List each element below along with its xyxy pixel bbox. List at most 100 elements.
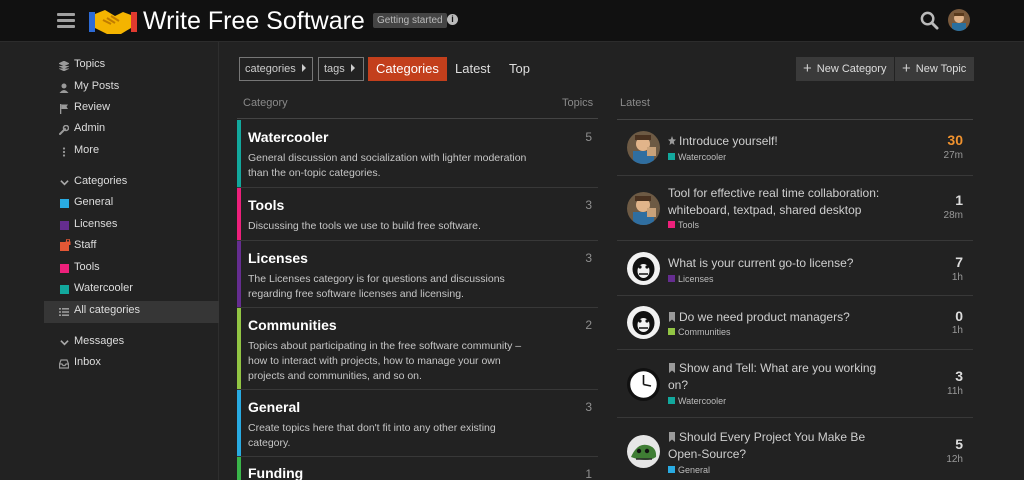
sidebar-item-label: Tools — [74, 261, 100, 273]
gnu-avatar[interactable] — [627, 252, 660, 285]
topic-title[interactable]: Tool for effective real time collaborati… — [668, 185, 893, 218]
sidebar-item-staff[interactable]: Staff — [44, 236, 219, 258]
topic-age[interactable]: 1h — [952, 272, 963, 283]
category-name[interactable]: Licenses — [248, 250, 308, 266]
topic-title[interactable]: Show and Tell: What are you working on? — [668, 360, 878, 393]
tab-latest[interactable]: Latest — [455, 57, 490, 81]
category-swatch — [668, 466, 675, 473]
topic-category[interactable]: Watercooler — [668, 152, 726, 162]
category-name[interactable]: Funding — [248, 465, 303, 480]
sidebar-item-label: Staff — [74, 239, 97, 251]
topic-row[interactable]: Introduce yourself! Watercooler 30 27m — [617, 120, 973, 176]
sidebar-item-inbox[interactable]: Inbox — [44, 353, 219, 375]
topic-post-count[interactable]: 30 — [947, 132, 963, 148]
topic-category[interactable]: Communities — [668, 327, 731, 337]
topic-row[interactable]: Show and Tell: What are you working on? … — [617, 350, 973, 418]
sidebar-section-categories[interactable]: Categories — [44, 172, 219, 194]
topic-post-count[interactable]: 5 — [955, 436, 963, 452]
topic-category[interactable]: Tools — [668, 220, 699, 230]
category-topic-count: 3 — [585, 198, 592, 212]
categories-dropdown[interactable]: categories — [239, 57, 313, 81]
topic-age[interactable]: 27m — [944, 150, 963, 161]
sidebar-item-licenses[interactable]: Licenses — [44, 215, 219, 237]
topic-age[interactable]: 12h — [946, 454, 963, 465]
category-description: Discussing the tools we use to build fre… — [248, 220, 481, 232]
green-avatar[interactable] — [627, 435, 660, 468]
info-icon[interactable]: i — [447, 14, 458, 25]
topic-row[interactable]: What is your current go-to license? Lice… — [617, 241, 973, 296]
sidebar-section-messages[interactable]: Messages — [44, 332, 219, 354]
sidebar-item-more[interactable]: More — [44, 141, 219, 163]
sidebar-item-label: My Posts — [74, 80, 120, 92]
site-title[interactable]: Write Free Software — [143, 6, 365, 36]
sidebar-item-my-posts[interactable]: My Posts — [44, 77, 219, 99]
topic-category-label: Watercooler — [678, 396, 727, 406]
topic-row[interactable]: Should Every Project You Make Be Open-So… — [617, 418, 973, 480]
topic-category[interactable]: General — [668, 465, 710, 475]
cartoon-avatar[interactable] — [627, 131, 660, 164]
sidebar-item-watercooler[interactable]: Watercooler — [44, 279, 219, 301]
category-row[interactable]: Licenses The Licenses category is for qu… — [237, 241, 598, 308]
topic-age[interactable]: 11h — [947, 386, 963, 397]
category-name[interactable]: General — [248, 399, 300, 415]
category-topic-count: 5 — [585, 130, 592, 144]
topic-category-label: Watercooler — [678, 152, 727, 162]
topic-category[interactable]: Watercooler — [668, 396, 726, 406]
tab-categories[interactable]: Categories — [368, 57, 447, 81]
category-name[interactable]: Tools — [248, 197, 284, 213]
category-name[interactable]: Communities — [248, 317, 337, 333]
sidebar-item-tools[interactable]: Tools — [44, 258, 219, 280]
list-icon — [59, 308, 69, 316]
topic-post-count[interactable]: 3 — [955, 368, 963, 384]
handshake-logo-icon[interactable] — [89, 6, 137, 36]
sidebar-item-admin[interactable]: Admin — [44, 119, 219, 141]
tab-top[interactable]: Top — [509, 57, 530, 81]
sidebar-item-topics[interactable]: Topics — [44, 55, 219, 77]
sidebar-item-review[interactable]: Review — [44, 98, 219, 120]
table-header-divider — [237, 118, 598, 119]
category-swatch — [668, 153, 675, 160]
topic-title-text: Introduce yourself! — [679, 134, 778, 148]
category-row[interactable]: Communities Topics about participating i… — [237, 308, 598, 390]
current-user-avatar[interactable] — [948, 9, 970, 31]
clock-avatar[interactable] — [627, 368, 660, 401]
category-row[interactable]: General Create topics here that don't fi… — [237, 390, 598, 457]
cartoon-avatar[interactable] — [627, 192, 660, 225]
topic-post-count[interactable]: 0 — [955, 308, 963, 324]
new-topic-button[interactable]: + New Topic — [895, 57, 975, 81]
topic-post-count[interactable]: 1 — [955, 192, 963, 208]
column-header-topics: Topics — [562, 97, 594, 109]
topic-category-label: Licenses — [678, 274, 714, 284]
category-row[interactable]: Tools Discussing the tools we use to bui… — [237, 188, 598, 241]
new-category-button[interactable]: + New Category — [796, 57, 895, 81]
topic-age[interactable]: 1h — [952, 325, 963, 336]
topic-category-label: Tools — [678, 220, 700, 230]
topic-post-count[interactable]: 7 — [955, 254, 963, 270]
hamburger-menu-icon[interactable] — [57, 13, 75, 28]
category-swatch — [668, 221, 675, 228]
topic-row[interactable]: Tool for effective real time collaborati… — [617, 176, 973, 241]
search-icon[interactable] — [920, 11, 939, 30]
category-name[interactable]: Watercooler — [248, 129, 328, 145]
section-title: Categories — [74, 175, 128, 187]
gnu-avatar[interactable] — [627, 306, 660, 339]
topic-age[interactable]: 28m — [944, 210, 963, 221]
category-row[interactable]: Watercooler General discussion and socia… — [237, 120, 598, 188]
topic-title-text: Should Every Project You Make Be Open-So… — [668, 430, 866, 461]
topic-category[interactable]: Licenses — [668, 274, 714, 284]
tags-dropdown[interactable]: tags — [318, 57, 364, 81]
dropdown-label: tags — [324, 63, 345, 75]
topic-title[interactable]: Introduce yourself! — [668, 133, 898, 150]
sidebar-item-general[interactable]: General — [44, 193, 219, 215]
user-icon — [59, 83, 69, 93]
topic-title[interactable]: Should Every Project You Make Be Open-So… — [668, 429, 878, 462]
topic-title[interactable]: Do we need product managers? — [668, 309, 898, 326]
pin-icon — [668, 136, 676, 145]
sidebar-item-label: Licenses — [74, 218, 118, 230]
topic-title[interactable]: What is your current go-to license? — [668, 255, 898, 272]
category-row[interactable]: Funding 1 — [237, 457, 598, 480]
category-swatch — [60, 199, 69, 208]
topic-row[interactable]: Do we need product managers? Communities… — [617, 296, 973, 350]
getting-started-badge[interactable]: Getting started — [373, 13, 447, 28]
sidebar-item-all-categories[interactable]: All categories — [44, 301, 219, 323]
